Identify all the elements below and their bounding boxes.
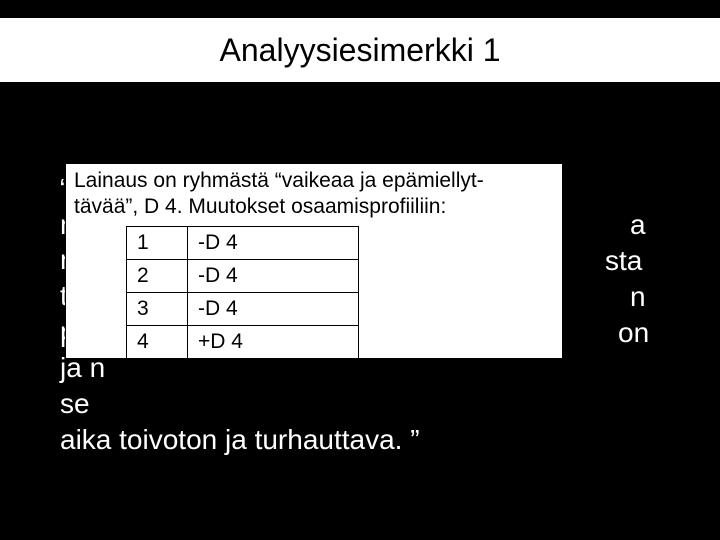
cell-v: -D 4 [188, 292, 359, 325]
overlay-caption-line2: tävää”, D 4. Muutokset osaamisprofiiliin… [74, 195, 446, 218]
quote-frag-4: sta [605, 243, 642, 279]
title-bar: Analyysiesimerkki 1 [0, 18, 720, 82]
cell-v: +D 4 [188, 325, 359, 358]
quote-frag-6: on [618, 315, 649, 351]
table-row: 3 -D 4 [127, 292, 359, 325]
quote-frag-5: n [630, 279, 646, 315]
overlay-caption-line1: Lainaus on ryhmästä “vaikeaa ja epämiell… [74, 169, 484, 192]
cell-n: 1 [127, 226, 188, 259]
table-row: 4 +D 4 [127, 325, 359, 358]
overlay-box: Lainaus on ryhmästä “vaikeaa ja epämiell… [65, 163, 563, 359]
page-title: Analyysiesimerkki 1 [220, 32, 501, 69]
cell-v: -D 4 [188, 226, 359, 259]
cell-n: 4 [127, 325, 188, 358]
overlay-table: 1 -D 4 2 -D 4 3 -D 4 4 +D 4 [126, 226, 359, 359]
table-row: 1 -D 4 [127, 226, 359, 259]
cell-n: 2 [127, 259, 188, 292]
cell-n: 3 [127, 292, 188, 325]
overlay-caption: Lainaus on ryhmästä “vaikeaa ja epämiell… [66, 164, 562, 226]
quote-frag-3: a [630, 207, 646, 243]
cell-v: -D 4 [188, 259, 359, 292]
table-row: 2 -D 4 [127, 259, 359, 292]
